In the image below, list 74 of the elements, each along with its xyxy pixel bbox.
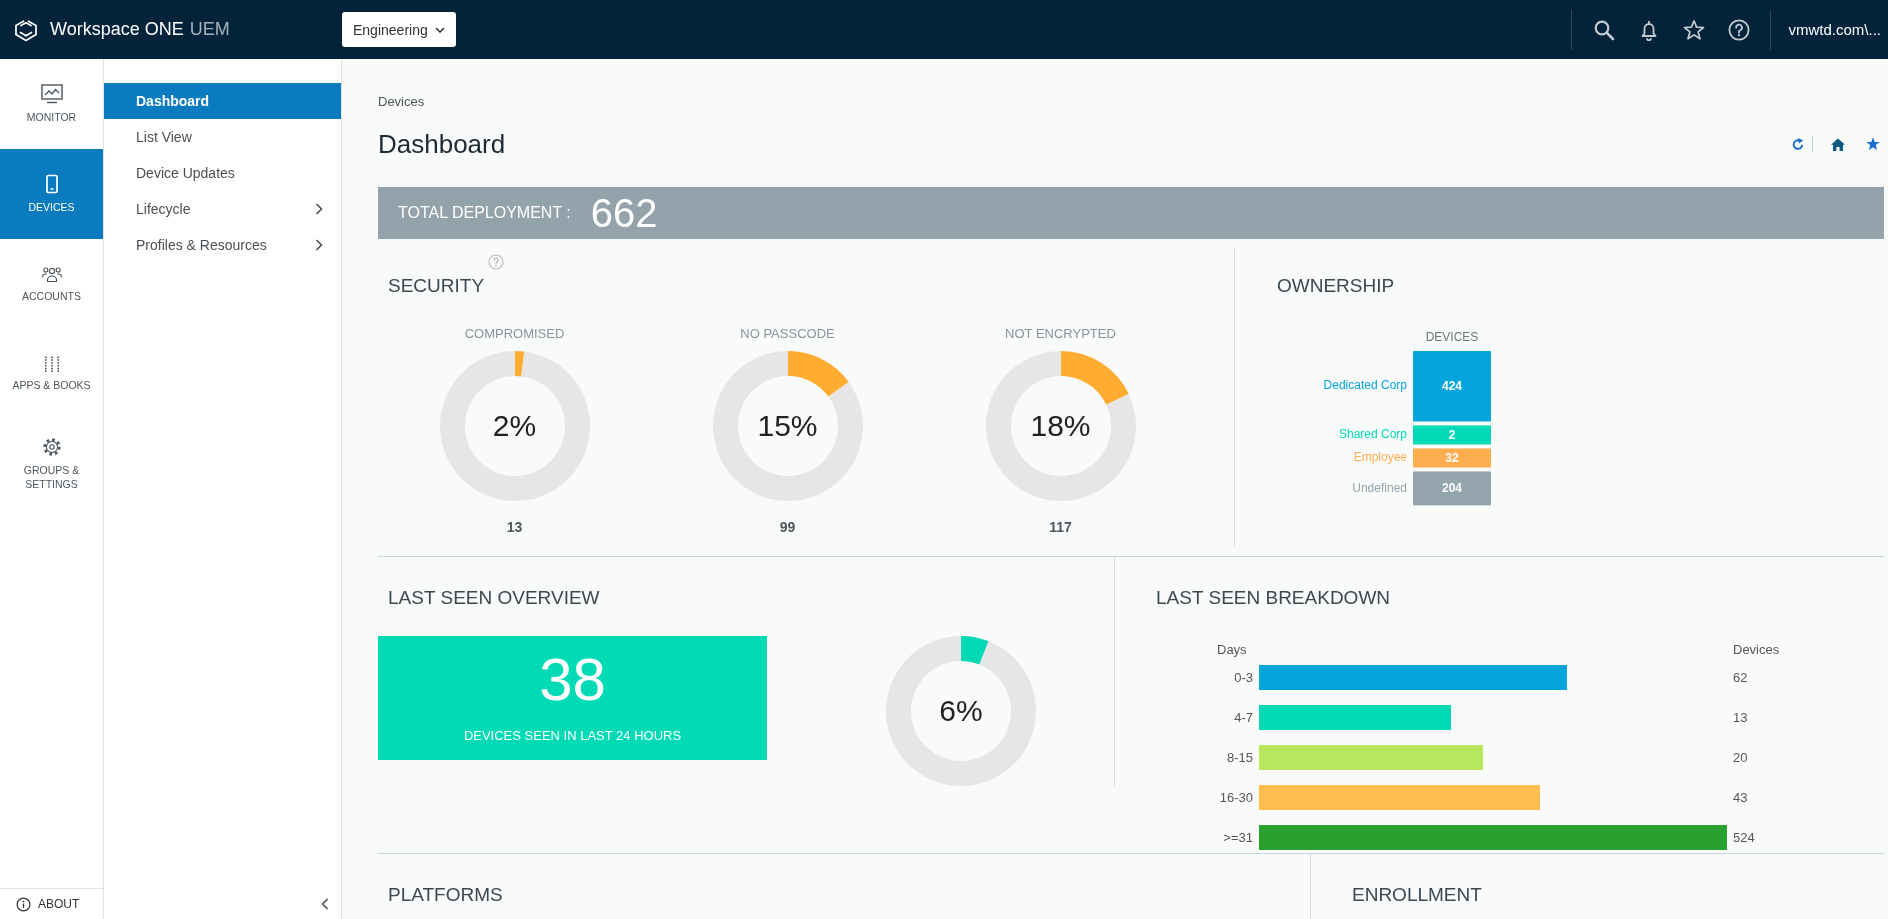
column-header: DEVICES (1425, 330, 1479, 345)
chevron-right-icon (315, 239, 323, 251)
dot-grid-icon (43, 356, 60, 372)
days-range-label: 8-15 (1226, 750, 1253, 765)
column-header: Devices (1733, 641, 1780, 657)
device-count: 13 (1733, 710, 1748, 725)
segment-label: Shared Corp (1338, 427, 1407, 442)
search-icon[interactable] (1593, 18, 1616, 41)
section-title: PLATFORMS (388, 883, 503, 907)
segment-count: 204 (1442, 481, 1462, 496)
tile-caption: DEVICES SEEN IN LAST 24 HOURS (463, 728, 682, 744)
section-title: LAST SEEN BREAKDOWN (1156, 586, 1391, 610)
banner-label: TOTAL DEPLOYMENT : (398, 204, 571, 222)
donut-percent: 2% (492, 409, 537, 443)
info-icon (16, 896, 31, 912)
subnav-item[interactable]: Device Updates (104, 155, 341, 191)
subnav-item[interactable]: Dashboard (104, 83, 341, 119)
metric-label: NO PASSCODE (740, 326, 835, 342)
people-icon (40, 265, 63, 283)
device-count: 20 (1733, 750, 1748, 765)
segment-count: 32 (1445, 450, 1459, 465)
days-range-label: >=31 (1223, 830, 1253, 845)
metric-label: COMPROMISED (464, 326, 565, 342)
device-count: 62 (1733, 670, 1748, 685)
tile-count: 38 (539, 647, 606, 713)
metric-count: 117 (1049, 519, 1072, 535)
section-title: LAST SEEN OVERVIEW (388, 586, 600, 610)
days-range-label: 0-3 (1234, 670, 1253, 685)
donut-percent: 18% (1030, 409, 1091, 443)
segment-label: Undefined (1352, 480, 1407, 495)
chevron-down-icon (434, 26, 445, 33)
section-title: ENROLLMENT (1352, 883, 1482, 907)
days-range-label: 16-30 (1219, 790, 1253, 805)
help-icon[interactable] (1728, 18, 1751, 41)
nav-rail-item[interactable]: ACCOUNTS (0, 239, 103, 329)
about-link[interactable]: ABOUT (0, 888, 103, 919)
device-count: 524 (1733, 830, 1755, 845)
user-menu[interactable]: vmwtd.com\... (1788, 21, 1881, 38)
device-count: 43 (1733, 790, 1748, 805)
breadcrumb-link[interactable]: Devices (378, 93, 425, 111)
organization-dropdown[interactable]: Engineering (342, 12, 456, 47)
gear-icon (41, 437, 62, 457)
metric-count: 99 (779, 519, 796, 535)
metric-count: 13 (506, 519, 523, 535)
column-header: Days (1217, 641, 1247, 657)
subnav-item[interactable]: Lifecycle (104, 191, 341, 227)
segment-label: Employee (1353, 450, 1407, 465)
donut-percent: 6% (939, 694, 983, 728)
segment-count: 424 (1442, 378, 1462, 393)
segment-label: Dedicated Corp (1323, 378, 1407, 393)
nav-rail-item[interactable]: APPS & BOOKS (0, 329, 103, 419)
days-range-label: 4-7 (1234, 710, 1253, 725)
segment-count: 2 (1448, 427, 1456, 442)
star-icon[interactable] (1683, 18, 1706, 41)
nav-rail-item[interactable]: MONITOR (0, 59, 103, 149)
product-edition: UEM (189, 19, 230, 40)
donut-percent: 15% (757, 409, 818, 443)
home-icon[interactable] (1831, 137, 1845, 151)
phone-icon (44, 174, 59, 194)
nav-rail-item[interactable]: GROUPS & SETTINGS (0, 419, 103, 509)
nav-rail-item[interactable]: DEVICES (0, 149, 103, 239)
metric-label: NOT ENCRYPTED (1005, 326, 1116, 342)
product-name: Workspace ONE (50, 19, 184, 40)
star-icon[interactable] (1866, 137, 1880, 151)
deployment-count: 662 (590, 190, 658, 236)
monitor-chart-icon (40, 84, 63, 104)
refresh-icon[interactable] (1792, 137, 1804, 151)
subnav-item[interactable]: Profiles & Resources (104, 227, 341, 263)
collapse-chevron-icon[interactable] (321, 897, 329, 910)
chevron-right-icon (315, 203, 323, 215)
subnav-item[interactable]: List View (104, 119, 341, 155)
page-title: Dashboard (378, 128, 506, 160)
section-title: OWNERSHIP (1277, 274, 1395, 298)
section-title: SECURITY (388, 274, 485, 298)
